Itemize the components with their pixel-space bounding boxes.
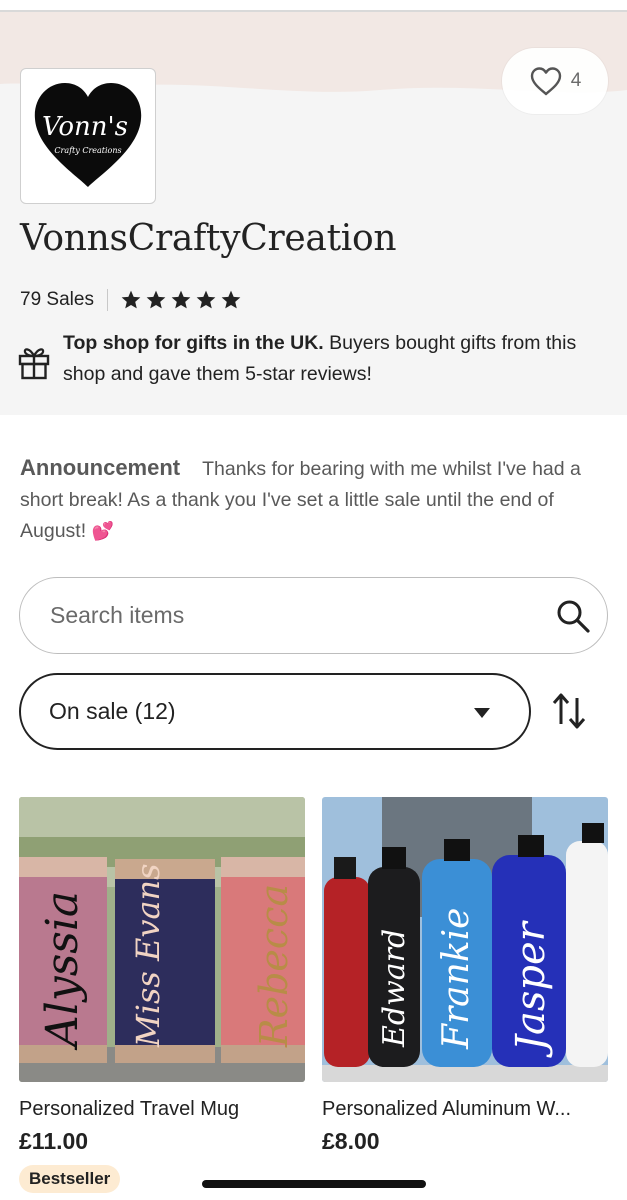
search-bar[interactable]	[19, 577, 608, 654]
search-icon[interactable]	[555, 598, 591, 634]
product-card[interactable]: Alyssia Miss Evans Rebecca Personalized …	[19, 797, 305, 1193]
gift-notice-text: Top shop for gifts in the UK. Buyers bou…	[63, 328, 608, 390]
mug-name-1: Alyssia	[37, 891, 88, 1051]
product-price: £11.00	[19, 1128, 89, 1154]
hearts-emoji: 💕	[91, 521, 114, 541]
sales-count[interactable]: 79 Sales	[20, 289, 94, 311]
shop-logo: Vonn's Crafty Creations	[20, 68, 156, 204]
bestseller-badge: Bestseller	[19, 1165, 121, 1193]
heart-icon	[530, 67, 561, 96]
home-indicator[interactable]	[202, 1180, 426, 1188]
star-icon	[196, 290, 216, 309]
shop-header: 4 Vonn's Crafty Creations VonnsCraftyCre…	[0, 12, 627, 415]
filter-selected-value: On sale (12)	[49, 698, 176, 724]
announcement-title: Announcement	[20, 455, 181, 480]
search-input[interactable]	[50, 578, 510, 652]
favorites-count: 4	[570, 70, 582, 91]
mug-name-3: Rebecca	[252, 884, 296, 1048]
shop-stats: 79 Sales	[20, 286, 242, 314]
product-price: £8.00	[322, 1128, 380, 1154]
star-icon	[221, 290, 241, 309]
product-card[interactable]: Edward Frankie Jasper Personalized Alumi…	[322, 797, 608, 1155]
section-filter-dropdown[interactable]: On sale (12)	[19, 673, 531, 750]
product-image-travel-mug[interactable]: Alyssia Miss Evans Rebecca	[19, 797, 305, 1082]
gift-icon	[18, 348, 50, 380]
mug-name-2: Miss Evans	[129, 863, 167, 1048]
bottle-name-3: Jasper	[508, 919, 554, 1058]
logo-text: Vonn's	[42, 112, 128, 142]
product-title[interactable]: Personalized Travel Mug	[19, 1098, 305, 1121]
gift-notice-bold: Top shop for gifts in the UK.	[63, 332, 324, 354]
product-title[interactable]: Personalized Aluminum W...	[322, 1098, 608, 1121]
chevron-down-icon	[474, 708, 490, 718]
bottle-name-1: Edward	[377, 929, 412, 1048]
shop-name[interactable]: VonnsCraftyCreation	[20, 218, 397, 259]
sort-icon[interactable]	[549, 690, 589, 732]
divider	[106, 289, 108, 311]
favorite-shop-button[interactable]: 4	[502, 48, 608, 114]
star-icon	[121, 290, 141, 309]
star-icon	[171, 290, 191, 309]
logo-subtext: Crafty Creations	[54, 146, 121, 155]
announcement: Announcement Thanks for bearing with me w…	[20, 452, 612, 547]
status-bar-edge	[0, 0, 627, 12]
product-image-water-bottle[interactable]: Edward Frankie Jasper	[322, 797, 608, 1082]
rating-stars[interactable]	[120, 289, 242, 311]
star-icon	[146, 290, 166, 309]
bottle-name-2: Frankie	[436, 908, 477, 1050]
